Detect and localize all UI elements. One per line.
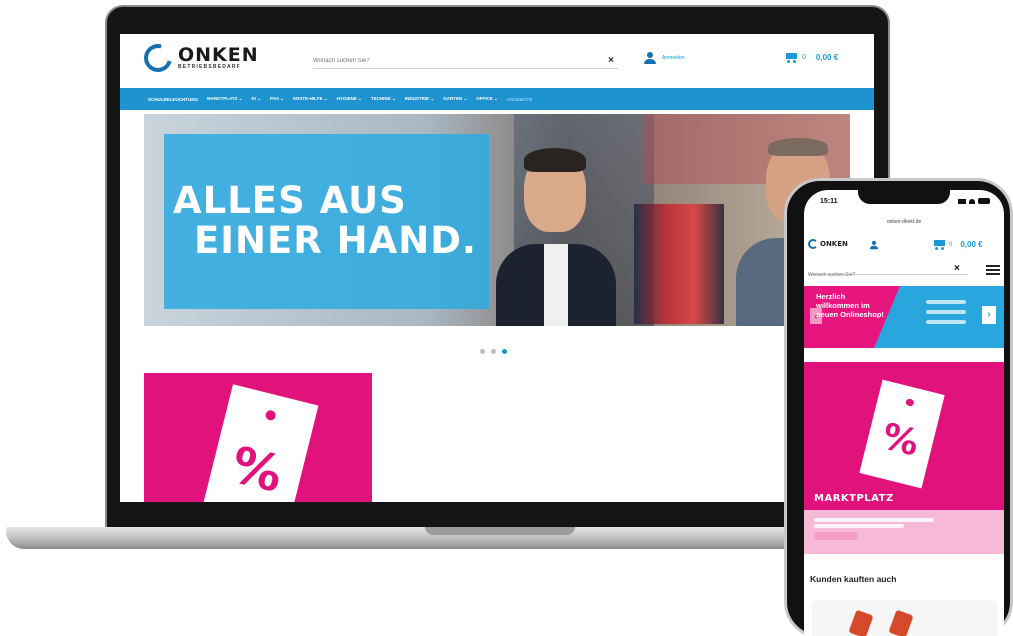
desktop-header: ONKEN BETRIEBSBEDARF × Anmelden 0 0,00 € <box>120 34 874 88</box>
hero-banner[interactable]: ALLES AUS EINER HAND. <box>144 114 850 326</box>
marktplatz-title: MARKTPLATZ <box>814 493 894 504</box>
mobile-website: 15:11 onken-direkt.de ONKEN 0 0,00 € × H… <box>804 190 1004 636</box>
mobile-logo-name: ONKEN <box>820 240 848 248</box>
mobile-welcome-banner[interactable]: Herzlich willkommen im neuen Onlineshop!… <box>804 286 1004 348</box>
laptop-notch <box>425 527 575 535</box>
marktplatz-promo-tile[interactable]: % <box>144 373 372 502</box>
mobile-cart-total: 0,00 € <box>960 240 983 249</box>
logo-mark-icon <box>138 38 178 78</box>
hero-clothing-rack <box>634 204 724 324</box>
status-icons <box>958 198 990 204</box>
slider-dot[interactable] <box>491 349 496 354</box>
product-card[interactable] <box>812 600 998 636</box>
mobile-logo[interactable]: ONKEN <box>808 239 848 249</box>
nav-item-psa[interactable]: PSA ⌄ <box>270 96 284 102</box>
main-navigation: SCHULBELEUCHTUNG MARKTPLATZ ⌄ KI ⌄ PSA ⌄… <box>120 88 874 110</box>
onken-logo[interactable]: ONKEN BETRIEBSBEDARF <box>138 38 259 78</box>
address-bar-url[interactable]: onken-direkt.de <box>804 219 1004 225</box>
nav-item-garten[interactable]: GARTEN ⌄ <box>443 96 467 102</box>
mobile-search-input[interactable] <box>808 272 958 278</box>
banner-next-button[interactable]: › <box>982 306 996 324</box>
banner-prev-button[interactable]: ‹ <box>810 308 822 324</box>
hamburger-menu-icon[interactable] <box>986 265 1000 275</box>
price-tag-icon: % <box>201 384 319 502</box>
mobile-header: ONKEN 0 0,00 € <box>804 234 1004 256</box>
cart-count: 0 <box>802 54 806 61</box>
mobile-search-bar <box>808 263 968 278</box>
desktop-website: ONKEN BETRIEBSBEDARF × Anmelden 0 0,00 €… <box>120 34 874 502</box>
marktplatz-button[interactable] <box>814 532 858 540</box>
account-label: Anmelden <box>662 55 685 61</box>
nav-item-marktplatz[interactable]: MARKTPLATZ ⌄ <box>207 96 242 102</box>
hero-headline-line1: ALLES AUS <box>173 179 407 222</box>
account-link[interactable]: Anmelden <box>644 52 685 64</box>
mobile-cart-count: 0 <box>949 241 953 248</box>
nav-item-erste-hilfe[interactable]: ERSTE-HILFE ⌄ <box>293 96 328 102</box>
related-products-heading: Kunden kauften auch <box>810 574 897 584</box>
slider-dot[interactable] <box>480 349 485 354</box>
slider-dots <box>480 349 507 354</box>
hero-headline-line2: EINER HAND. <box>194 219 477 262</box>
slider-dot-active[interactable] <box>502 349 507 354</box>
cart-button[interactable]: 0 0,00 € <box>784 52 838 63</box>
nav-item-hygiene[interactable]: HYGIENE ⌄ <box>337 96 362 102</box>
mobile-marktplatz-tile[interactable]: % MARKTPLATZ <box>804 362 1004 510</box>
battery-icon <box>978 198 990 204</box>
logo-name: ONKEN <box>178 44 259 66</box>
product-image <box>888 609 914 636</box>
search-input[interactable] <box>313 58 593 64</box>
search-bar: × <box>313 54 618 69</box>
cart-icon <box>784 52 798 63</box>
logo-mark-icon <box>808 239 818 249</box>
nav-item-schulbeleuchtung[interactable]: SCHULBELEUCHTUNG <box>148 97 198 102</box>
nav-item-ki[interactable]: KI ⌄ <box>251 96 261 102</box>
user-icon <box>869 240 879 250</box>
search-clear-button[interactable]: × <box>608 55 614 66</box>
cart-icon <box>932 239 946 250</box>
mobile-search-clear-button[interactable]: × <box>954 263 960 274</box>
phone-notch <box>858 186 950 204</box>
price-tag-icon: % <box>859 379 945 489</box>
nav-item-industrie[interactable]: INDUSTRIE ⌄ <box>405 96 434 102</box>
wifi-icon <box>969 198 975 204</box>
banner-welcome-text: Herzlich willkommen im neuen Onlineshop! <box>816 292 884 319</box>
product-image <box>848 609 874 636</box>
nav-item-technik[interactable]: TECHNIK ⌄ <box>371 96 396 102</box>
mobile-account-button[interactable] <box>868 239 880 251</box>
signal-icon <box>958 198 966 204</box>
hero-person-left <box>496 148 616 326</box>
status-time: 15:11 <box>820 198 838 205</box>
nav-item-angebote[interactable]: ANGEBOTE <box>507 97 533 102</box>
mobile-cart-button[interactable]: 0 0,00 € <box>932 239 983 250</box>
cart-total: 0,00 € <box>815 53 839 62</box>
user-icon <box>644 52 656 64</box>
nav-item-office[interactable]: OFFICE ⌄ <box>476 96 498 102</box>
